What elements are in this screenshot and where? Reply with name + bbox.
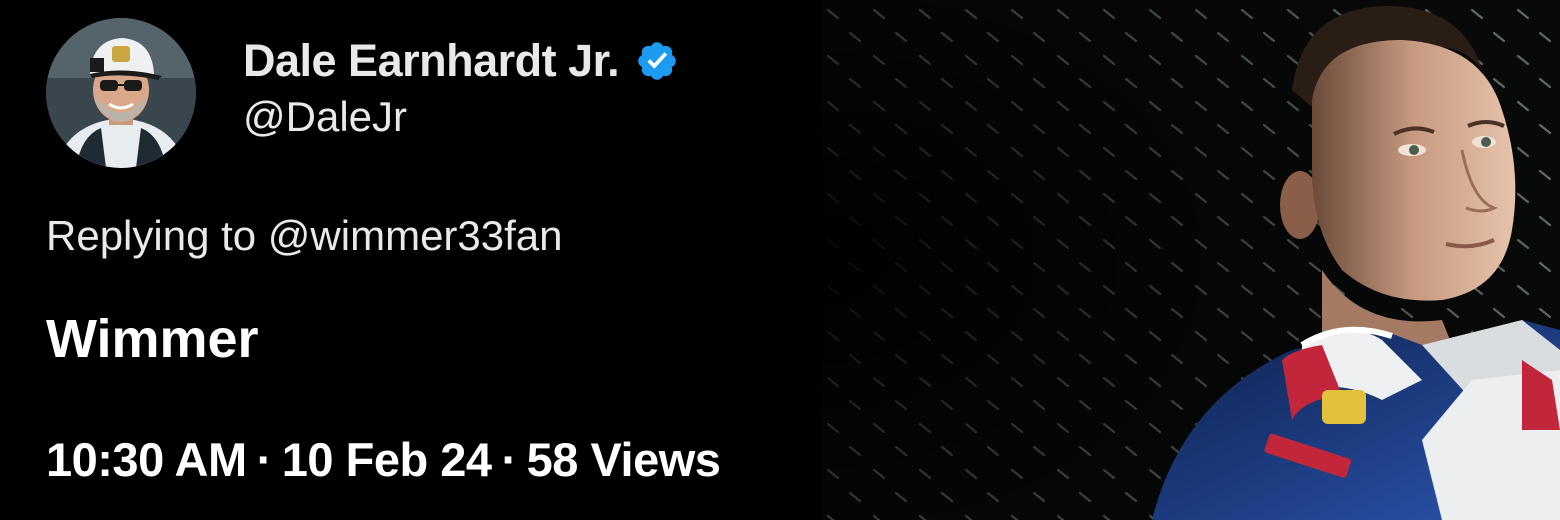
avatar-photo xyxy=(46,18,196,168)
meta-separator: · xyxy=(501,433,518,486)
meta-separator: · xyxy=(256,433,273,486)
avatar[interactable] xyxy=(46,18,196,168)
author-display-name[interactable]: Dale Earnhardt Jr. xyxy=(243,35,620,87)
tweet-views[interactable]: 58 Views xyxy=(527,433,721,486)
author-handle[interactable]: @DaleJr xyxy=(243,93,407,141)
tweet-text: Wimmer xyxy=(46,309,259,369)
tweet-meta: 10:30 AM · 10 Feb 24 · 58 Views xyxy=(46,432,721,487)
verified-badge-icon xyxy=(635,39,679,83)
tweet-time[interactable]: 10:30 AM xyxy=(46,433,247,486)
driver-portrait-photo xyxy=(822,0,1560,520)
reply-mention-link[interactable]: @wimmer33fan xyxy=(268,212,563,259)
tweet-panel: Dale Earnhardt Jr. @DaleJr Replying to @… xyxy=(0,0,822,520)
attached-photo[interactable] xyxy=(822,0,1560,520)
author-name-row[interactable]: Dale Earnhardt Jr. xyxy=(243,33,679,89)
tweet-date[interactable]: 10 Feb 24 xyxy=(282,433,492,486)
replying-to-line: Replying to @wimmer33fan xyxy=(46,212,563,260)
replying-to-label: Replying to xyxy=(46,212,268,259)
